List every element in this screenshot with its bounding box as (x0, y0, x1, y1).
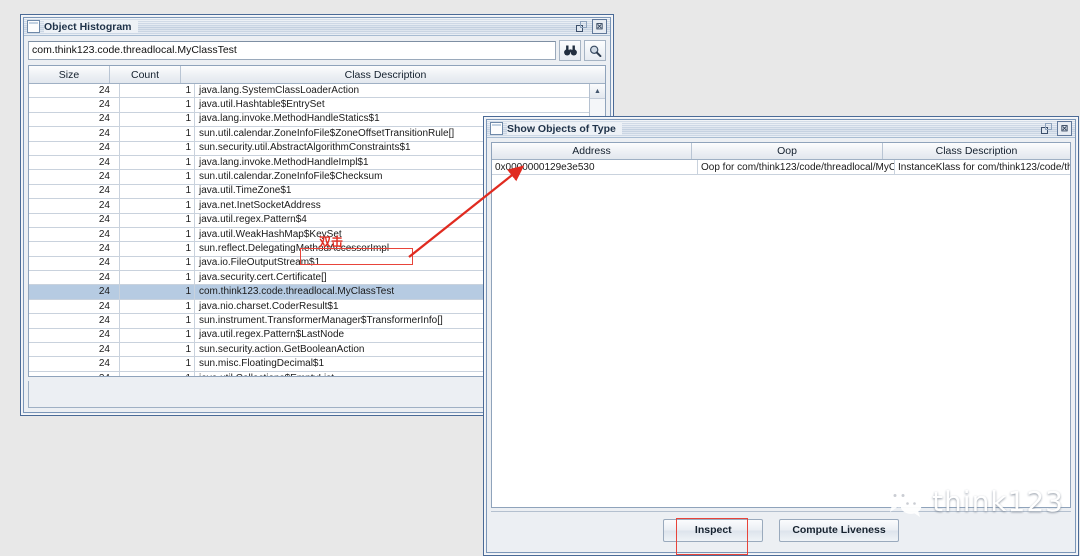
cell-oop: Oop for com/think123/code/threadlocal/My… (698, 160, 895, 174)
cell-count: 1 (120, 314, 195, 328)
column-header-size[interactable]: Size (29, 66, 110, 83)
window-icon (27, 20, 40, 33)
cell-count: 1 (120, 285, 195, 299)
cell-count: 1 (120, 112, 195, 127)
cell-count: 1 (120, 199, 195, 213)
scroll-up-arrow-icon[interactable]: ▲ (590, 84, 605, 99)
objects-window-inner-frame: Show Objects of Type ⊠ Address Oop Class… (486, 119, 1076, 553)
inspect-button[interactable]: Inspect (663, 518, 764, 542)
close-icon[interactable]: ⊠ (592, 19, 607, 34)
cell-count: 1 (120, 155, 195, 170)
cell-size: 24 (29, 328, 120, 343)
search-input[interactable]: com.think123.code.threadlocal.MyClassTes… (28, 41, 556, 60)
cell-count: 1 (120, 357, 195, 371)
cell-size: 24 (29, 127, 120, 141)
cell-count: 1 (120, 184, 195, 199)
cell-count: 1 (120, 242, 195, 256)
double-click-annotation: 双击 (319, 235, 344, 249)
column-header-class-description[interactable]: Class Description (883, 143, 1070, 159)
cell-size: 24 (29, 314, 120, 328)
histogram-window-controls[interactable]: ⊠ (569, 19, 607, 34)
cell-size: 24 (29, 141, 120, 155)
cell-size: 24 (29, 98, 120, 112)
column-header-count[interactable]: Count (110, 66, 181, 83)
cell-size: 24 (29, 285, 120, 299)
objects-table-body[interactable]: 0x0000000129e3e530 Oop for com/think123/c… (492, 160, 1070, 175)
cell-size: 24 (29, 112, 120, 127)
column-header-oop[interactable]: Oop (692, 143, 883, 159)
objects-button-bar: Inspect Compute Liveness (491, 511, 1071, 548)
cell-size: 24 (29, 184, 120, 199)
maximize-icon[interactable] (575, 20, 587, 33)
objects-window-controls[interactable]: ⊠ (1034, 121, 1072, 136)
cell-size: 24 (29, 84, 120, 98)
cell-size: 24 (29, 213, 120, 227)
maximize-icon[interactable] (1040, 122, 1052, 135)
cell-size: 24 (29, 343, 120, 357)
cell-class-description: InstanceKlass for com/think123/code/thre… (898, 161, 1070, 173)
cell-count: 1 (120, 371, 195, 376)
binoculars-icon[interactable] (559, 40, 581, 61)
cell-size: 24 (29, 199, 120, 213)
objects-titlebar[interactable]: Show Objects of Type ⊠ (487, 120, 1075, 138)
histogram-table-header: Size Count Class Description (29, 66, 605, 84)
compute-liveness-button[interactable]: Compute Liveness (779, 518, 899, 542)
cell-size: 24 (29, 256, 120, 271)
cell-size: 24 (29, 271, 120, 285)
table-row[interactable]: 24 1 java.lang.SystemClassLoaderAction (29, 84, 589, 99)
show-objects-window[interactable]: Show Objects of Type ⊠ Address Oop Class… (483, 116, 1079, 556)
cell-count: 1 (120, 299, 195, 314)
cell-count: 1 (120, 227, 195, 242)
cell-count: 1 (120, 256, 195, 271)
column-header-address[interactable]: Address (492, 143, 692, 159)
cell-size: 24 (29, 299, 120, 314)
cell-count: 1 (120, 84, 195, 98)
cell-size: 24 (29, 170, 120, 184)
histogram-titlebar[interactable]: Object Histogram ⊠ (24, 18, 610, 36)
cell-count: 1 (120, 170, 195, 184)
cell-class-description: java.util.Hashtable$EntrySet (199, 99, 325, 111)
cell-size: 24 (29, 155, 120, 170)
cell-count: 1 (120, 213, 195, 227)
table-row[interactable]: 0x0000000129e3e530 Oop for com/think123/c… (492, 160, 1070, 175)
cell-address: 0x0000000129e3e530 (492, 160, 698, 174)
objects-table-header: Address Oop Class Description (492, 143, 1070, 160)
column-header-class-description[interactable]: Class Description (181, 66, 590, 83)
window-icon (490, 122, 503, 135)
close-icon[interactable]: ⊠ (1057, 121, 1072, 136)
cell-size: 24 (29, 242, 120, 256)
cell-count: 1 (120, 98, 195, 112)
cell-count: 1 (120, 271, 195, 285)
header-scroll-gap (590, 66, 605, 83)
binoculars-glyph (563, 45, 577, 56)
cell-size: 24 (29, 227, 120, 242)
cell-size: 24 (29, 371, 120, 376)
cell-size: 24 (29, 357, 120, 371)
objects-window-title: Show Objects of Type (507, 122, 622, 135)
cell-count: 1 (120, 328, 195, 343)
table-row[interactable]: 24 1 java.util.Hashtable$EntrySet (29, 98, 589, 113)
histogram-window-title: Object Histogram (44, 20, 138, 33)
cell-count: 1 (120, 141, 195, 155)
magnifier-icon[interactable] (584, 40, 606, 61)
magnifier-glyph (589, 45, 601, 57)
cell-class-description: java.lang.SystemClassLoaderAction (199, 84, 360, 96)
histogram-search-row[interactable]: com.think123.code.threadlocal.MyClassTes… (24, 36, 610, 65)
cell-count: 1 (120, 127, 195, 141)
cell-count: 1 (120, 343, 195, 357)
objects-table-empty-area (492, 175, 1070, 507)
objects-table[interactable]: Address Oop Class Description 0x00000001… (491, 142, 1071, 508)
